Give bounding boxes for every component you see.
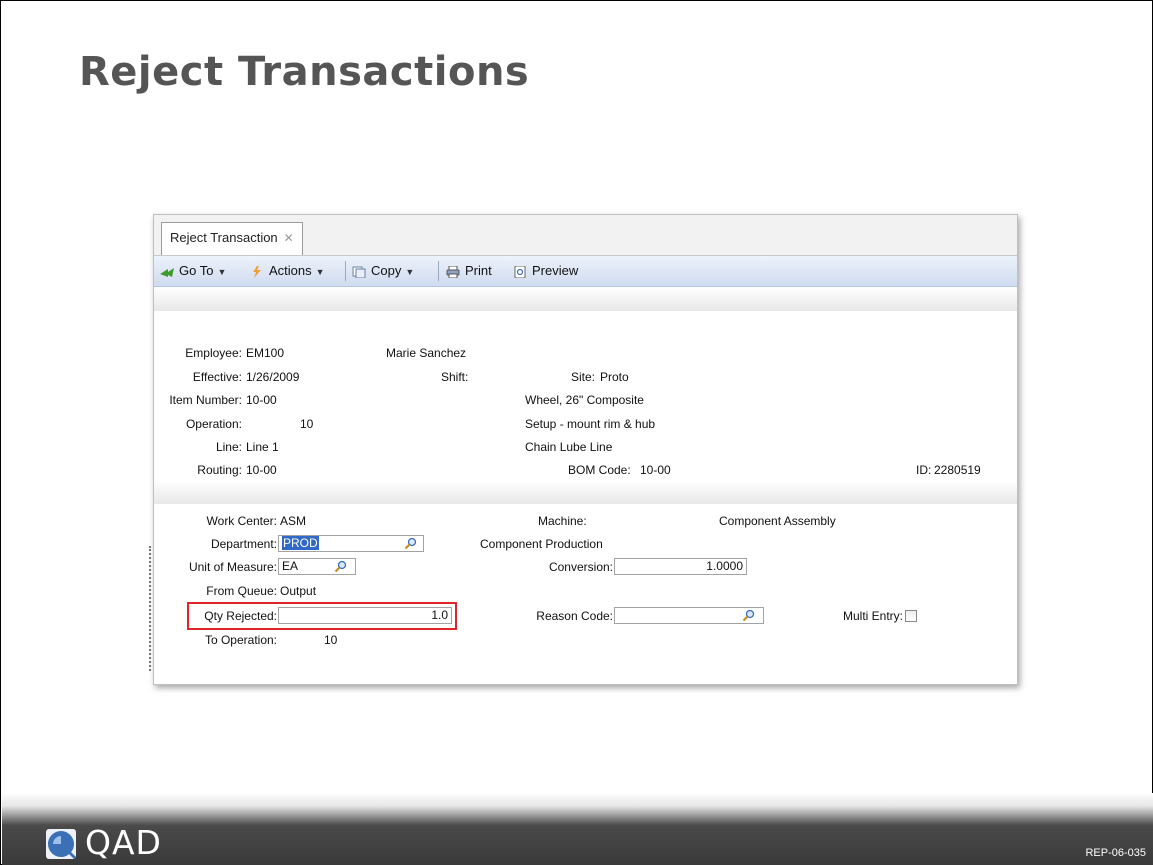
reason-code-input[interactable] xyxy=(614,607,764,624)
toolbar-separator xyxy=(345,261,346,281)
section-band xyxy=(154,287,1017,311)
line-value: Line 1 xyxy=(246,440,279,454)
bom-code-label: BOM Code: xyxy=(568,463,631,477)
uom-input[interactable]: EA xyxy=(278,558,356,575)
logo-text: QAD xyxy=(85,823,162,862)
id-value: 2280519 xyxy=(934,463,981,477)
employee-value: EM100 xyxy=(246,346,285,360)
line-description: Chain Lube Line xyxy=(525,440,613,454)
close-icon[interactable]: ✕ xyxy=(284,231,294,245)
item-description: Wheel, 26" Composite xyxy=(525,393,644,407)
department-label: Department: xyxy=(210,537,277,551)
printer-icon xyxy=(446,265,460,278)
routing-value: 10-00 xyxy=(246,463,277,477)
qad-logo-icon xyxy=(46,829,76,859)
search-icon[interactable] xyxy=(404,537,417,550)
section-band xyxy=(154,480,1017,504)
qty-rejected-label: Qty Rejected: xyxy=(204,609,277,623)
chevron-down-icon: ▼ xyxy=(315,267,325,277)
tab-bar: Reject Transaction ✕ xyxy=(154,215,1017,256)
department-input[interactable]: PROD xyxy=(278,535,424,552)
slide: Reject Transactions Reject Transaction ✕ … xyxy=(0,0,1153,865)
employee-name: Marie Sanchez xyxy=(386,346,467,360)
chevron-down-icon: ▼ xyxy=(405,267,415,277)
qty-rejected-input[interactable]: 1.0 xyxy=(278,607,452,624)
preview-button[interactable]: Preview xyxy=(513,263,578,279)
from-queue-value: Output xyxy=(280,584,317,598)
effective-label: Effective: xyxy=(192,370,242,384)
uom-value: EA xyxy=(282,559,299,573)
work-center-value: ASM xyxy=(280,514,307,528)
operation-description: Setup - mount rim & hub xyxy=(525,417,656,431)
department-description: Component Production xyxy=(480,537,603,551)
machine-label: Machine: xyxy=(538,514,587,528)
employee-label: Employee: xyxy=(185,346,242,360)
work-center-label: Work Center: xyxy=(206,514,277,528)
footer-bar xyxy=(2,793,1153,865)
department-value: PROD xyxy=(282,536,319,550)
routing-label: Routing: xyxy=(197,463,242,477)
goto-arrow-icon xyxy=(160,267,174,277)
item-number-value: 10-00 xyxy=(246,393,277,407)
tab-label: Reject Transaction xyxy=(170,230,278,245)
copy-button[interactable]: Copy ▼ xyxy=(352,263,414,280)
machine-description: Component Assembly xyxy=(719,514,836,528)
chevron-down-icon: ▼ xyxy=(217,267,227,277)
toolbar-separator xyxy=(438,261,439,281)
multi-entry-label: Multi Entry: xyxy=(842,609,903,623)
site-label: Site: xyxy=(571,370,596,384)
shift-label: Shift: xyxy=(441,370,469,384)
item-number-label: Item Number: xyxy=(169,393,242,407)
to-operation-label: To Operation: xyxy=(204,633,277,647)
slide-title: Reject Transactions xyxy=(79,49,530,95)
lightning-icon xyxy=(253,265,261,278)
bom-code-value: 10-00 xyxy=(640,463,671,477)
print-button[interactable]: Print xyxy=(446,263,492,279)
app-window-screenshot: Reject Transaction ✕ Go To ▼ Actions ▼ Copy… xyxy=(153,214,1018,685)
tab-reject-transaction[interactable]: Reject Transaction ✕ xyxy=(161,222,303,255)
goto-button[interactable]: Go To ▼ xyxy=(160,263,226,280)
to-operation-value: 10 xyxy=(324,633,338,647)
multi-entry-checkbox[interactable] xyxy=(905,610,917,622)
operation-value: 10 xyxy=(300,417,314,431)
id-label: ID: xyxy=(916,463,932,477)
site-value: Proto xyxy=(600,370,629,384)
actions-button[interactable]: Actions ▼ xyxy=(250,263,325,280)
reason-code-label: Reason Code: xyxy=(536,609,613,623)
conversion-label: Conversion: xyxy=(548,560,613,574)
preview-icon xyxy=(514,265,526,278)
conversion-input[interactable]: 1.0000 xyxy=(614,558,747,575)
from-queue-label: From Queue: xyxy=(206,584,277,598)
uom-label: Unit of Measure: xyxy=(188,560,277,574)
toolbar: Go To ▼ Actions ▼ Copy ▼ Print Preview xyxy=(154,256,1017,287)
effective-value: 1/26/2009 xyxy=(246,370,300,384)
line-label: Line: xyxy=(215,440,242,454)
copy-icon xyxy=(352,266,366,278)
operation-label: Operation: xyxy=(185,417,242,431)
slide-code: REP-06-035 xyxy=(1085,847,1146,859)
search-icon[interactable] xyxy=(334,560,347,573)
search-icon[interactable] xyxy=(742,609,755,622)
